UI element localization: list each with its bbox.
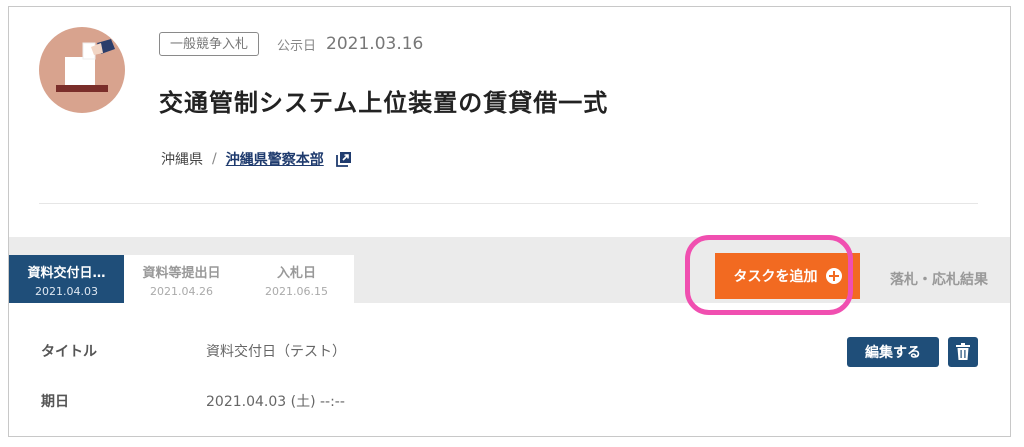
tab-label: 資料交付日… (27, 266, 106, 281)
section-divider (39, 203, 978, 204)
delete-button[interactable] (948, 337, 978, 367)
publish-date: 2021.03.16 (326, 34, 424, 54)
tab-document-submission-date[interactable]: 資料等提出日 2021.04.26 (124, 255, 239, 303)
due-field-value: 2021.04.03 (土) --:-- (206, 394, 345, 410)
schedule-tab-bar: 資料交付日… 2021.04.03 資料等提出日 2021.04.26 入札日 … (9, 235, 1010, 315)
agency-link[interactable]: 沖縄県警察本部 (226, 149, 324, 169)
edit-button[interactable]: 編集する (847, 337, 939, 367)
title-field-label: タイトル (41, 344, 97, 360)
tender-card: 一般競争入札 公示日 2021.03.16 交通管制システム上位装置の賃貸借一式… (8, 6, 1011, 437)
title-field-value: 資料交付日（テスト） (206, 344, 346, 360)
tender-type-badge: 一般競争入札 (159, 32, 260, 56)
tab-date: 2021.04.03 (35, 285, 98, 298)
tender-title: 交通管制システム上位装置の賃貸借一式 (159, 89, 609, 117)
prefecture: 沖縄県 (161, 152, 203, 168)
plus-circle-icon (825, 268, 842, 284)
schedule-tabs: 資料交付日… 2021.04.03 資料等提出日 2021.04.26 入札日 … (9, 255, 354, 303)
add-task-label: タスクを追加 (733, 269, 818, 285)
tab-label: 資料等提出日 (142, 266, 221, 281)
tab-bid-date[interactable]: 入札日 2021.06.15 (239, 255, 354, 303)
ballot-box-avatar (39, 27, 125, 113)
add-task-button[interactable]: タスクを追加 (715, 253, 860, 299)
breadcrumb-separator: / (212, 151, 217, 167)
external-link-icon[interactable] (335, 151, 352, 167)
tab-date: 2021.04.26 (150, 285, 213, 298)
tab-date: 2021.06.15 (265, 285, 328, 298)
due-field-label: 期日 (41, 394, 69, 410)
tab-document-issue-date[interactable]: 資料交付日… 2021.04.03 (9, 255, 124, 303)
breadcrumb: 沖縄県 / 沖縄県警察本部 (161, 149, 352, 169)
trash-icon (956, 343, 970, 360)
meta-row: 一般競争入札 公示日 2021.03.16 (159, 31, 423, 57)
publish-date-label: 公示日 (277, 38, 317, 54)
tab-label: 入札日 (276, 266, 316, 281)
tab-award-results[interactable]: 落札・応札結果 (890, 269, 988, 289)
